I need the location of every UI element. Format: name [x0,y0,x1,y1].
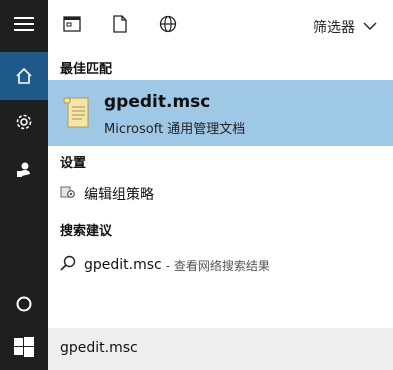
document-icon [112,15,128,37]
left-rail [0,0,48,370]
filter-label: 筛选器 [313,20,355,36]
settings-button[interactable] [0,98,48,146]
menu-icon [14,16,34,32]
suggestion-suffix: - 查看网络搜索结果 [165,258,270,273]
best-match-result[interactable]: gpedit.msc Microsoft 通用管理文档 [48,80,393,146]
user-button[interactable] [0,146,48,194]
search-results: 最佳匹配 gpedit.msc Microsoft 通用管理文档 设置 编辑组策… [48,52,393,328]
cortana-circle-icon [15,295,33,313]
best-match-heading: 最佳匹配 [60,62,113,77]
web-suggestion-item[interactable]: gpedit.msc - 查看网络搜索结果 [60,253,270,277]
search-input[interactable]: gpedit.msc [48,328,393,370]
windows-start-icon [14,337,34,361]
search-icon [60,255,76,275]
window-icon [63,16,81,36]
web-filter-button[interactable] [158,15,178,37]
start-button[interactable] [0,328,48,370]
filter-dropdown[interactable]: 筛选器 [313,16,377,38]
search-toolbar: 筛选器 [48,0,393,52]
documents-filter-button[interactable] [110,15,130,37]
globe-icon [159,15,177,37]
suggestion-query: gpedit.msc [84,257,162,273]
msc-document-icon [62,94,92,134]
chevron-down-icon [363,19,377,35]
cortana-button[interactable] [0,280,48,328]
search-input-value: gpedit.msc [60,340,138,356]
home-button[interactable] [0,52,48,100]
settings-icon [15,113,33,131]
menu-button[interactable] [0,0,48,48]
group-policy-icon [60,184,76,204]
settings-result-item[interactable]: 编辑组策略 [60,182,154,206]
best-match-name: gpedit.msc [104,92,211,112]
user-icon [15,161,33,179]
settings-result-label: 编辑组策略 [84,187,154,203]
settings-heading: 设置 [60,156,87,171]
suggestions-heading: 搜索建议 [60,224,113,239]
best-match-subtitle: Microsoft 通用管理文档 [104,122,246,137]
apps-filter-button[interactable] [62,16,82,36]
home-icon [15,67,33,85]
